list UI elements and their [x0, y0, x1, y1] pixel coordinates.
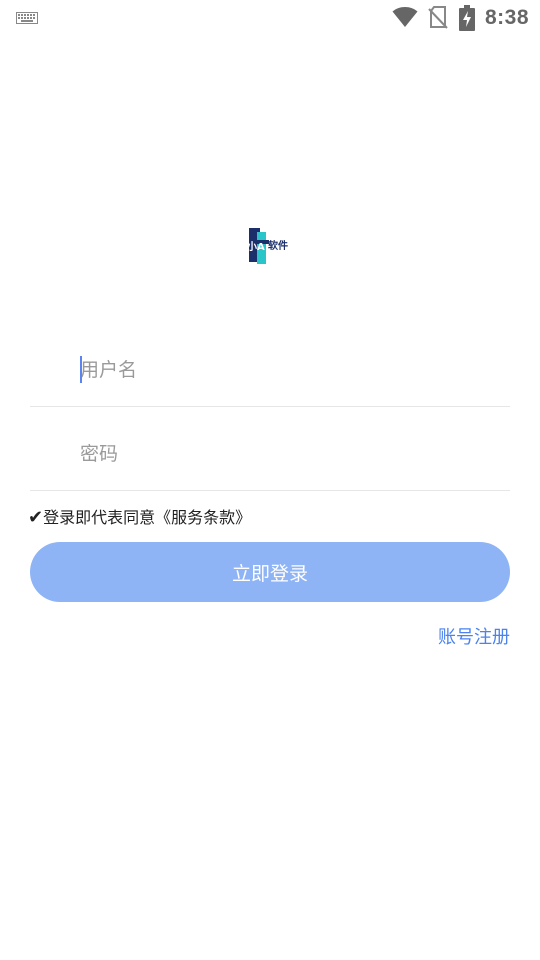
login-screen: 8:38 小A 软件 ✔登录即代表同意《服务条款》 立即登录 账号注册	[0, 0, 540, 960]
status-bar: 8:38	[0, 0, 540, 36]
text-caret	[80, 356, 82, 383]
check-icon: ✔	[28, 507, 44, 528]
username-input[interactable]	[80, 350, 500, 390]
password-field	[30, 410, 510, 491]
wifi-icon	[392, 7, 418, 27]
svg-text:小A: 小A	[246, 240, 265, 253]
terms-agreement[interactable]: ✔登录即代表同意《服务条款》	[28, 504, 251, 528]
battery-charging-icon	[459, 5, 475, 31]
username-field	[30, 326, 510, 407]
no-sim-icon	[428, 6, 448, 29]
app-logo: 小A 软件	[246, 228, 288, 264]
register-link[interactable]: 账号注册	[438, 623, 510, 649]
terms-text: 登录即代表同意《服务条款》	[43, 508, 252, 527]
status-time: 8:38	[485, 6, 530, 29]
svg-text:软件: 软件	[268, 239, 288, 252]
login-button[interactable]: 立即登录	[30, 542, 510, 602]
keyboard-icon	[16, 12, 38, 24]
password-input[interactable]	[80, 434, 500, 474]
